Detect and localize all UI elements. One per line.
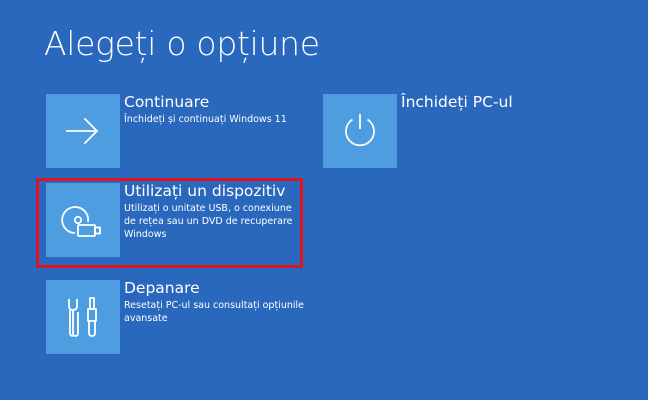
use-device-option[interactable]: Utilizați un dispozitiv Utilizați o unit… <box>46 182 300 257</box>
disc-usb-icon <box>61 206 101 237</box>
shutdown-option[interactable]: Închideți PC-ul <box>323 93 513 168</box>
power-icon <box>345 114 375 147</box>
troubleshoot-option[interactable]: Depanare Resetați PC-ul sau consultați o… <box>46 279 304 354</box>
troubleshoot-description: Resetați PC-ul sau consultați opțiunile … <box>124 300 304 324</box>
use-device-tile[interactable] <box>46 183 120 257</box>
continue-title: Continuare <box>124 93 210 111</box>
page-title: Alegeți o opțiune <box>44 24 320 63</box>
shutdown-tile[interactable] <box>323 94 397 168</box>
use-device-description: Utilizați o unitate USB, o conexiune de … <box>124 203 293 240</box>
continue-description: Închideți și continuați Windows 11 <box>124 114 287 125</box>
tools-icon <box>68 297 97 337</box>
troubleshoot-tile[interactable] <box>46 280 120 354</box>
shutdown-title: Închideți PC-ul <box>401 93 513 111</box>
continue-option[interactable]: Continuare Închideți și continuați Windo… <box>46 93 299 168</box>
troubleshoot-title: Depanare <box>124 279 200 297</box>
arrow-right-icon <box>66 117 99 145</box>
continue-tile[interactable] <box>46 94 120 168</box>
use-device-title: Utilizați un dispozitiv <box>124 182 286 200</box>
